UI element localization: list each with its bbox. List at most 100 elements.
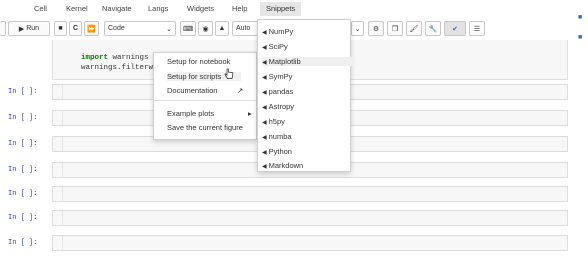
move-up-button[interactable]: ▲	[215, 21, 229, 36]
restart-icon: C	[72, 25, 79, 32]
run-button[interactable]: ▶ Run	[8, 21, 50, 36]
snippet-label: Astropy	[268, 102, 295, 111]
cell-type-value: Code	[108, 25, 125, 32]
code-keyword: import	[81, 54, 109, 62]
snippet-label: Python	[268, 147, 292, 156]
keyboard-button[interactable]: ⌨	[180, 21, 196, 36]
eye-icon: ◉	[202, 25, 209, 33]
dropdown-toggle[interactable]: ⌄	[351, 21, 364, 36]
caret-left-icon: ◀	[262, 30, 267, 36]
menu-item-save-figure[interactable]: Save the current figure	[167, 123, 243, 132]
caret-left-icon: ◀	[262, 90, 267, 96]
tools-button[interactable]: 🔧	[425, 21, 441, 36]
menu-item-example-plots[interactable]: Example plots	[167, 109, 214, 118]
fast-forward-icon: ⏩	[87, 25, 96, 33]
snippet-label: SciPy	[268, 42, 288, 51]
caret-left-icon: ◀	[262, 164, 267, 170]
auto-label: Auto	[236, 25, 251, 32]
snippet-label: NumPy	[268, 27, 294, 36]
keyboard-icon: ⌨	[182, 25, 194, 33]
cell-prompt: In [ ]:	[8, 114, 38, 122]
menu-snippets[interactable]: Snippets	[260, 2, 302, 16]
snippets-dropdown: ◀ NumPy ◀ SciPy ◀ Matplotlib ◀ SymPy ◀ pandas…	[257, 19, 354, 172]
play-icon: ▶	[18, 25, 27, 33]
snippet-python[interactable]: ◀ Python	[262, 147, 292, 156]
cell-prompt: In [ ]:	[8, 88, 38, 96]
chevron-down-icon: ⌄	[166, 25, 172, 33]
cell-gutter	[53, 85, 63, 99]
snippet-pandas[interactable]: ◀ pandas	[262, 87, 293, 96]
snippet-label: Matplotlib	[268, 57, 301, 66]
caret-right-icon: ▸	[248, 109, 252, 118]
snippet-label: SymPy	[268, 72, 293, 81]
run-label: Run	[26, 25, 40, 32]
cell-input-5[interactable]	[52, 186, 568, 202]
caret-up-icon: ▲	[218, 25, 226, 32]
snippet-submenu: Setup for notebook Setup for scripts Doc…	[153, 52, 257, 140]
auto-select[interactable]: Auto	[232, 21, 260, 36]
code-line-1: import warnings	[81, 54, 149, 62]
caret-left-icon: ◀	[262, 150, 267, 156]
cell-input-7[interactable]	[52, 235, 568, 251]
menu-divider	[154, 100, 256, 101]
code-import-rest: warnings	[108, 54, 149, 62]
cell-prompt: In [ ]:	[8, 166, 38, 174]
menubar: Cell Kernel Navigate Langs Widgets Help …	[0, 0, 588, 18]
caret-left-icon: ◀	[262, 60, 267, 66]
cell-prompt: In [ ]:	[8, 214, 38, 222]
brush-icon: 🖌	[409, 25, 419, 33]
snippet-numpy[interactable]: ◀ NumPy	[262, 27, 293, 36]
menu-langs[interactable]: Langs	[148, 4, 168, 13]
stop-icon: ■	[58, 25, 63, 32]
chevron-down-icon: ⌄	[354, 25, 361, 33]
caret-left-icon: ◀	[262, 45, 267, 51]
snippet-label: pandas	[268, 87, 294, 96]
cell-gutter	[53, 111, 63, 125]
menu-kernel[interactable]: Kernel	[66, 4, 88, 13]
snippet-markdown[interactable]: ◀ Markdown	[262, 161, 303, 170]
interrupt-button[interactable]: ■	[54, 21, 67, 36]
cell-gutter	[53, 163, 63, 177]
menu-item-documentation[interactable]: Documentation	[167, 86, 217, 95]
code-line-2: warnings.filterwar	[81, 64, 163, 72]
snippet-label: numba	[268, 132, 292, 141]
caret-left-icon: ◀	[262, 105, 267, 111]
list-icon: ☰	[473, 25, 481, 33]
restart-button[interactable]: C	[69, 21, 82, 36]
snippet-scipy[interactable]: ◀ SciPy	[262, 42, 288, 51]
cell-type-select[interactable]: Code ⌄	[104, 21, 176, 36]
snippet-h5py[interactable]: ◀ h5py	[262, 117, 285, 126]
snippet-astropy[interactable]: ◀ Astropy	[262, 102, 294, 111]
settings-button[interactable]: ⚙	[368, 21, 384, 36]
check-icon: ✔	[452, 25, 458, 33]
hand-pointer-icon	[224, 68, 234, 82]
restart-run-all-button[interactable]: ⏩	[84, 21, 99, 36]
check-button[interactable]: ✔	[444, 21, 466, 36]
snippet-sympy[interactable]: ◀ SymPy	[262, 72, 292, 81]
list-button[interactable]: ☰	[469, 21, 485, 36]
format-button[interactable]: 🖌	[406, 21, 422, 36]
cell-prompt: In [ ]:	[8, 140, 38, 148]
wrench-icon: 🔧	[428, 25, 438, 33]
cell-prompt: In [ ]:	[8, 239, 38, 247]
copy-button[interactable]: ❐	[387, 21, 403, 36]
snippet-label: h5py	[268, 117, 285, 126]
cell-input-6[interactable]	[52, 210, 568, 226]
menu-item-setup-notebook[interactable]: Setup for notebook	[167, 57, 230, 66]
right-info-1: ■	[578, 14, 583, 21]
snippet-matplotlib[interactable]: ◀ Matplotlib	[262, 57, 354, 66]
menu-widgets[interactable]: Widgets	[187, 4, 214, 13]
snippet-numba[interactable]: ◀ numba	[262, 132, 292, 141]
copy-icon: ❐	[391, 25, 399, 33]
caret-left-icon: ◀	[262, 135, 267, 141]
external-link-icon: ↗	[237, 86, 244, 95]
toolbar-edge-button[interactable]	[0, 21, 6, 36]
eye-button[interactable]: ◉	[198, 21, 213, 36]
cell-prompt: In [ ]:	[8, 190, 38, 198]
cell-gutter	[53, 236, 63, 250]
caret-left-icon: ◀	[262, 120, 267, 126]
menu-cell[interactable]: Cell	[34, 4, 47, 13]
cell-gutter	[53, 211, 63, 225]
menu-navigate[interactable]: Navigate	[102, 4, 132, 13]
menu-help[interactable]: Help	[232, 4, 247, 13]
